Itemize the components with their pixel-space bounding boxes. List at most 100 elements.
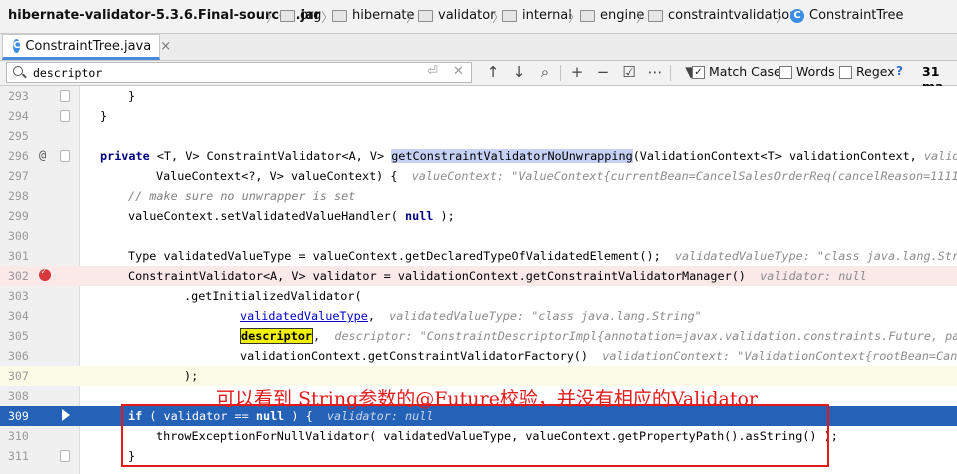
code-line[interactable]: 304 validatedValueType, validatedValueTy… [0, 306, 957, 326]
find-usages-icon[interactable]: ⌕ [536, 63, 554, 81]
words-checkbox[interactable] [779, 66, 792, 79]
class-icon: C [13, 39, 21, 53]
code-span: valueContext.setValidatedValueHandler( [128, 209, 405, 223]
code-comment: // make sure no unwrapper is set [128, 189, 356, 203]
line-number: 307 [8, 369, 29, 383]
fold-icon[interactable] [60, 450, 70, 462]
match-case-checkbox[interactable]: ✓ [692, 66, 705, 79]
annotation-box [121, 404, 829, 467]
breadcrumb-item-class[interactable]: C ConstraintTree [790, 8, 904, 23]
breadcrumb-item-label: validator [438, 8, 496, 23]
tab-constrainttree-java[interactable]: C ConstraintTree.java × [2, 34, 171, 60]
keyword: null [405, 209, 434, 223]
code-line[interactable]: 295 [0, 126, 957, 146]
breadcrumb-item-engine[interactable]: engine [580, 8, 644, 23]
remove-occurrence-icon[interactable]: − [594, 63, 612, 81]
variable-link[interactable]: validatedValueType [240, 309, 368, 323]
code-line[interactable]: 299 valueContext.setValidatedValueHandle… [0, 206, 957, 226]
line-number: 301 [8, 249, 29, 263]
folder-icon [280, 10, 295, 22]
fold-icon[interactable] [60, 90, 70, 102]
select-all-occurrences-icon[interactable]: ☑ [620, 63, 638, 81]
inline-debug-value: descriptor: "ConstraintDescriptorImpl{an… [334, 329, 957, 343]
code-line[interactable]: 294 } [0, 106, 957, 126]
code-text: valueContext.setValidatedValueHandler( n… [128, 209, 455, 223]
line-number: 305 [8, 329, 29, 343]
search-icon[interactable] [13, 66, 23, 76]
breadcrumb-item-label: internal [522, 8, 572, 23]
line-number: 294 [8, 109, 29, 123]
code-span: validationContext.getConstraintValidator… [240, 349, 603, 363]
clear-icon[interactable]: ✕ [453, 64, 464, 79]
find-toolbar: ⏎ ✕ ↑ ↓ ⌕ + − ☑ ⋯ ▼ ✓ Match Case Words R… [0, 61, 957, 94]
line-number: 293 [8, 89, 29, 103]
match-case-label[interactable]: Match Case [709, 64, 782, 79]
fold-icon[interactable] [60, 110, 70, 122]
breadcrumb-separator: 〉 [266, 11, 280, 26]
breadcrumb-item-internal[interactable]: internal [502, 8, 572, 23]
breakpoint-line[interactable]: 302 ConstraintValidator<A, V> validator … [0, 266, 957, 286]
line-number: 309 [8, 409, 29, 423]
code-span: ConstraintValidator<A, V> validator = va… [128, 269, 761, 283]
add-occurrence-icon[interactable]: + [568, 63, 586, 81]
code-line[interactable]: 300 [0, 226, 957, 246]
line-number: 298 [8, 189, 29, 203]
code-text: private <T, V> ConstraintValidator<A, V>… [100, 149, 957, 163]
breadcrumb-separator: 〉 [776, 11, 790, 26]
code-line[interactable]: 293 } [0, 86, 957, 106]
line-number: 302 [8, 269, 29, 283]
line-number: 306 [8, 349, 29, 363]
method-name: getConstraintValidatorNoUnwrapping [391, 149, 633, 163]
line-number: 295 [8, 129, 29, 143]
regex-help-icon[interactable]: ? [896, 64, 903, 78]
search-input[interactable] [33, 65, 423, 80]
code-text: validatedValueType, validatedValueType: … [240, 309, 702, 323]
toolbar-separator [560, 65, 561, 81]
code-text: Type validatedValueType = valueContext.g… [128, 249, 957, 263]
code-line[interactable]: 305 descriptor, descriptor: "ConstraintD… [0, 326, 957, 346]
code-line[interactable]: 301 Type validatedValueType = valueConte… [0, 246, 957, 266]
next-occurrence-icon[interactable]: ↓ [510, 63, 528, 81]
line-number: 300 [8, 229, 29, 243]
fold-icon[interactable] [60, 150, 70, 162]
inline-debug-value: valueContext: "ValueContext{currentBean=… [411, 169, 957, 183]
more-options-icon[interactable]: ⋯ [646, 63, 664, 81]
override-icon[interactable]: @ [39, 148, 46, 162]
new-line-icon[interactable]: ⏎ [427, 64, 438, 79]
code-line[interactable]: 297 ValueContext<?, V> valueContext) { v… [0, 166, 957, 186]
breadcrumb-item-label: ConstraintTree [809, 8, 904, 23]
breakpoint-icon[interactable] [39, 267, 51, 281]
breadcrumb-item-org[interactable]: org [280, 8, 321, 23]
line-number: 308 [8, 389, 29, 403]
line-number: 304 [8, 309, 29, 323]
folder-icon [648, 10, 663, 22]
editor-tabs: C ConstraintTree.java × [0, 34, 957, 61]
search-field: ⏎ ✕ [6, 62, 472, 83]
breadcrumb: hibernate-validator-5.3.6.Final-sources.… [0, 0, 957, 34]
breadcrumb-item-validator[interactable]: validator [418, 8, 496, 23]
previous-occurrence-icon[interactable]: ↑ [484, 63, 502, 81]
regex-checkbox[interactable] [839, 66, 852, 79]
folder-icon [418, 10, 433, 22]
tab-label: ConstraintTree.java [25, 38, 152, 54]
search-match: descriptor [240, 328, 314, 344]
breadcrumb-item-hibernate[interactable]: hibernate [332, 8, 415, 23]
code-line[interactable]: 303 .getInitializedValidator( [0, 286, 957, 306]
inline-debug-value: validationContext: "ValidationContext{ro… [602, 349, 957, 363]
current-line[interactable]: 307 ); [0, 366, 957, 386]
line-number: 299 [8, 209, 29, 223]
breadcrumb-item-label: org [300, 8, 322, 23]
code-line[interactable]: 298 // make sure no unwrapper is set [0, 186, 957, 206]
code-text: .getInitializedValidator( [184, 289, 362, 303]
code-text: } [128, 89, 136, 103]
regex-label[interactable]: Regex [856, 64, 895, 79]
code-span: Type validatedValueType = valueContext.g… [128, 249, 675, 263]
keyword: private [100, 149, 150, 163]
code-line[interactable]: 296 @ private <T, V> ConstraintValidator… [0, 146, 957, 166]
line-number: 297 [8, 169, 29, 183]
close-icon[interactable]: × [160, 39, 171, 54]
code-line[interactable]: 306 validationContext.getConstraintValid… [0, 346, 957, 366]
words-label[interactable]: Words [796, 64, 835, 79]
inline-debug-value: validatedValueType: "class java.lang.Str… [389, 309, 702, 323]
line-number: 296 [8, 149, 29, 163]
